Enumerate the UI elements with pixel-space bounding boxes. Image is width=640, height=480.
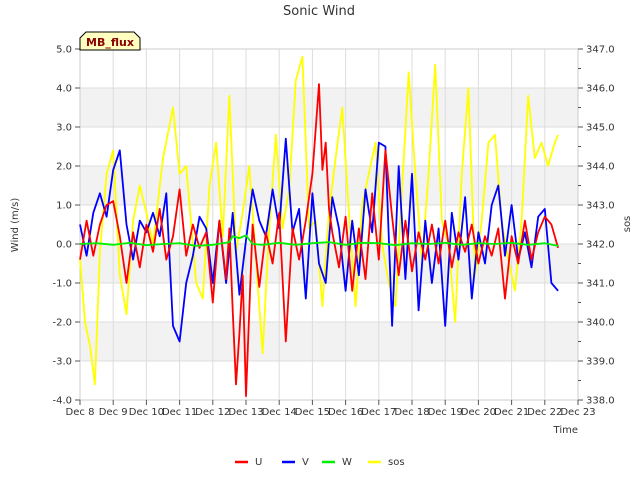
x-tick-label: Dec 15 <box>295 407 330 418</box>
x-tick-label: Dec 21 <box>494 407 529 418</box>
y-left-tick-label: 3.0 <box>56 123 72 134</box>
x-tick-label: Dec 19 <box>428 407 463 418</box>
sonic-wind-chart: Sonic Wind -4.0 -3.0 -2.0 -1.0 0.0 1.0 2.0 3.0 4… <box>10 4 633 468</box>
plot-band <box>80 127 578 166</box>
x-tick-label: Dec 9 <box>99 407 128 418</box>
y-right-axis-title: sos <box>622 216 633 233</box>
x-tick-label: Dec 14 <box>262 407 297 418</box>
x-tick-label: Dec 10 <box>129 407 164 418</box>
plot-band <box>80 322 578 361</box>
y-right-tick-label: 342.0 <box>586 240 615 251</box>
y-right-tick-label: 339.0 <box>586 357 615 368</box>
badge-label: MB_flux <box>86 36 134 49</box>
legend: U V Wsos <box>235 457 405 468</box>
x-tick-label: Dec 11 <box>162 407 197 418</box>
y-right-tick-label: 345.0 <box>586 123 615 134</box>
y-right-tick-label: 344.0 <box>586 162 615 173</box>
y-right-tick-label: 338.0 <box>586 396 615 407</box>
x-tick-label: Dec 17 <box>361 407 396 418</box>
y-right-axis: 338.0 339.0 340.0 341.0 342.0 343.0 344.0 345.0… <box>578 45 615 407</box>
y-left-tick-label: 5.0 <box>56 45 72 56</box>
y-right-tick-label: 341.0 <box>586 279 615 290</box>
badge: MB_flux <box>79 31 141 51</box>
y-left-axis-title: Wind (m/s) <box>10 198 21 253</box>
y-left-tick-label: -3.0 <box>52 357 72 368</box>
plot-band <box>80 361 578 400</box>
y-left-axis: -4.0 -3.0 -2.0 -1.0 0.0 1.0 2.0 3.0 4.0 5.0 <box>52 45 80 407</box>
legend-label-u: U <box>255 457 262 468</box>
y-left-tick-label: -1.0 <box>52 279 72 290</box>
y-left-tick-label: -4.0 <box>52 396 72 407</box>
y-right-tick-label: 340.0 <box>586 318 615 329</box>
plot-band <box>80 49 578 88</box>
x-tick-label: Dec 22 <box>527 407 562 418</box>
plot-band <box>80 88 578 127</box>
chart-title: Sonic Wind <box>283 4 355 19</box>
y-left-tick-label: 2.0 <box>56 162 72 173</box>
y-left-tick-label: 0.0 <box>56 240 72 251</box>
x-tick-label: Dec 18 <box>394 407 429 418</box>
x-tick-label: Dec 20 <box>461 407 496 418</box>
y-right-tick-label: 346.0 <box>586 84 615 95</box>
legend-label-v: V <box>302 457 309 468</box>
x-tick-label: Dec 16 <box>328 407 363 418</box>
y-right-tick-label: 343.0 <box>586 201 615 212</box>
y-left-tick-label: -2.0 <box>52 318 72 329</box>
legend-label-sos: sos <box>388 457 405 468</box>
x-axis: Dec 8 Dec 9 Dec 10Dec 11Dec 12Dec 13Dec 14… <box>66 400 596 418</box>
x-tick-label: Dec 8 <box>66 407 95 418</box>
y-right-tick-label: 347.0 <box>586 45 615 56</box>
x-tick-label: Dec 13 <box>228 407 263 418</box>
y-left-tick-label: 1.0 <box>56 201 72 212</box>
x-axis-title: Time <box>553 425 578 436</box>
legend-label-w: W <box>342 457 352 468</box>
y-left-tick-label: 4.0 <box>56 84 72 95</box>
x-tick-label: Dec 12 <box>195 407 230 418</box>
x-tick-label: Dec 23 <box>560 407 595 418</box>
